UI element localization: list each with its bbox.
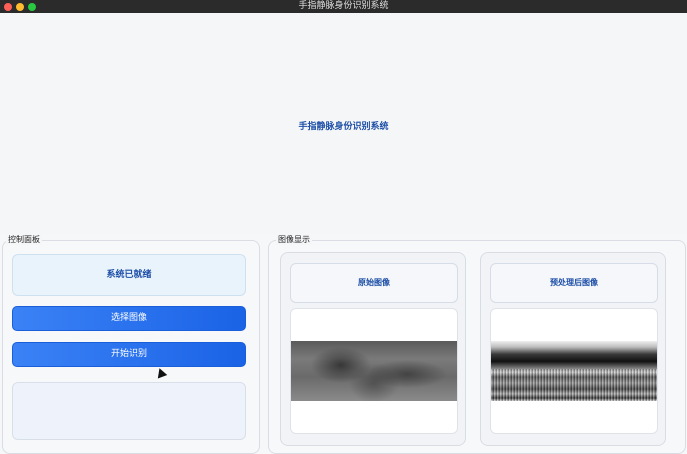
original-image-panel: 原始图像: [280, 252, 466, 446]
image-display-label: 图像显示: [276, 234, 312, 245]
processed-image-title: 预处理后图像: [490, 263, 658, 303]
result-area: [12, 382, 246, 440]
window-title: 手指静脉身份识别系统: [298, 1, 389, 11]
processed-image-frame: [490, 308, 658, 434]
processed-vein-image: [491, 341, 657, 401]
select-image-button[interactable]: 选择图像: [12, 306, 246, 331]
processed-image-panel: 预处理后图像: [480, 252, 666, 446]
control-panel-label: 控制面板: [6, 234, 42, 245]
original-image-frame: [290, 308, 458, 434]
window-titlebar: 手指静脉身份识别系统: [0, 0, 687, 13]
original-vein-image: [291, 341, 457, 401]
original-image-title: 原始图像: [290, 263, 458, 303]
app-title: 手指静脉身份识别系统: [298, 122, 389, 132]
start-recognition-button[interactable]: 开始识别: [12, 342, 246, 367]
status-label: 系统已就绪: [12, 254, 246, 296]
